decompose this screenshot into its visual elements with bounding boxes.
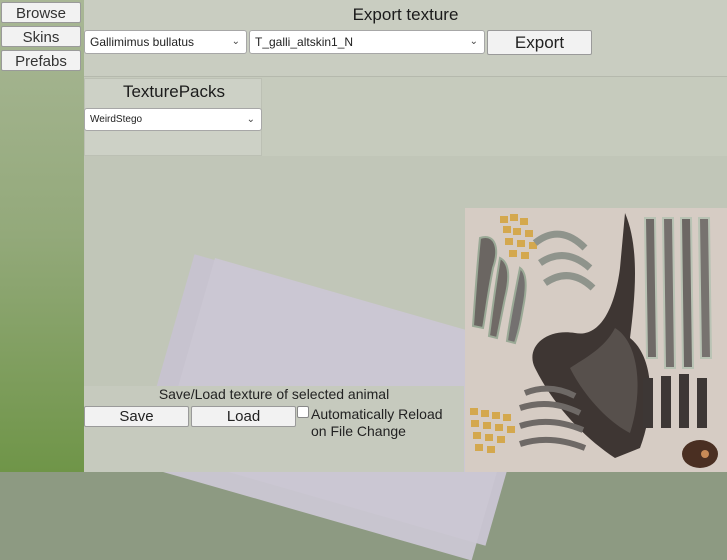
save-button[interactable]: Save bbox=[84, 406, 189, 427]
texturepacks-title: TexturePacks bbox=[122, 82, 226, 101]
texturepack-select[interactable]: WeirdStego ⌄ bbox=[84, 108, 262, 131]
chevron-down-icon: ⌄ bbox=[469, 36, 478, 47]
skins-button[interactable]: Skins bbox=[1, 26, 81, 47]
save-load-title: Save/Load texture of selected animal bbox=[158, 386, 390, 402]
texture-atlas-image bbox=[465, 208, 727, 472]
texture-select-value: T_galli_altskin1_N bbox=[255, 35, 354, 49]
texture-preview bbox=[465, 208, 727, 472]
prefabs-button[interactable]: Prefabs bbox=[1, 50, 81, 71]
texturepack-select-value: WeirdStego bbox=[90, 114, 143, 125]
auto-reload-checkbox[interactable] bbox=[297, 406, 309, 418]
sidebar: Browse Skins Prefabs bbox=[0, 0, 84, 472]
export-title: Export texture bbox=[352, 5, 459, 24]
species-select-value: Gallimimus bullatus bbox=[90, 35, 195, 49]
chevron-down-icon: ⌄ bbox=[231, 36, 240, 47]
texture-select[interactable]: T_galli_altskin1_N ⌄ bbox=[249, 30, 485, 54]
export-button[interactable]: Export bbox=[487, 30, 592, 55]
browse-button[interactable]: Browse bbox=[1, 2, 81, 23]
species-select[interactable]: Gallimimus bullatus ⌄ bbox=[84, 30, 247, 54]
load-button[interactable]: Load bbox=[191, 406, 296, 427]
chevron-down-icon: ⌄ bbox=[246, 114, 255, 125]
auto-reload-label: Automatically Reload on File Change bbox=[311, 406, 443, 439]
